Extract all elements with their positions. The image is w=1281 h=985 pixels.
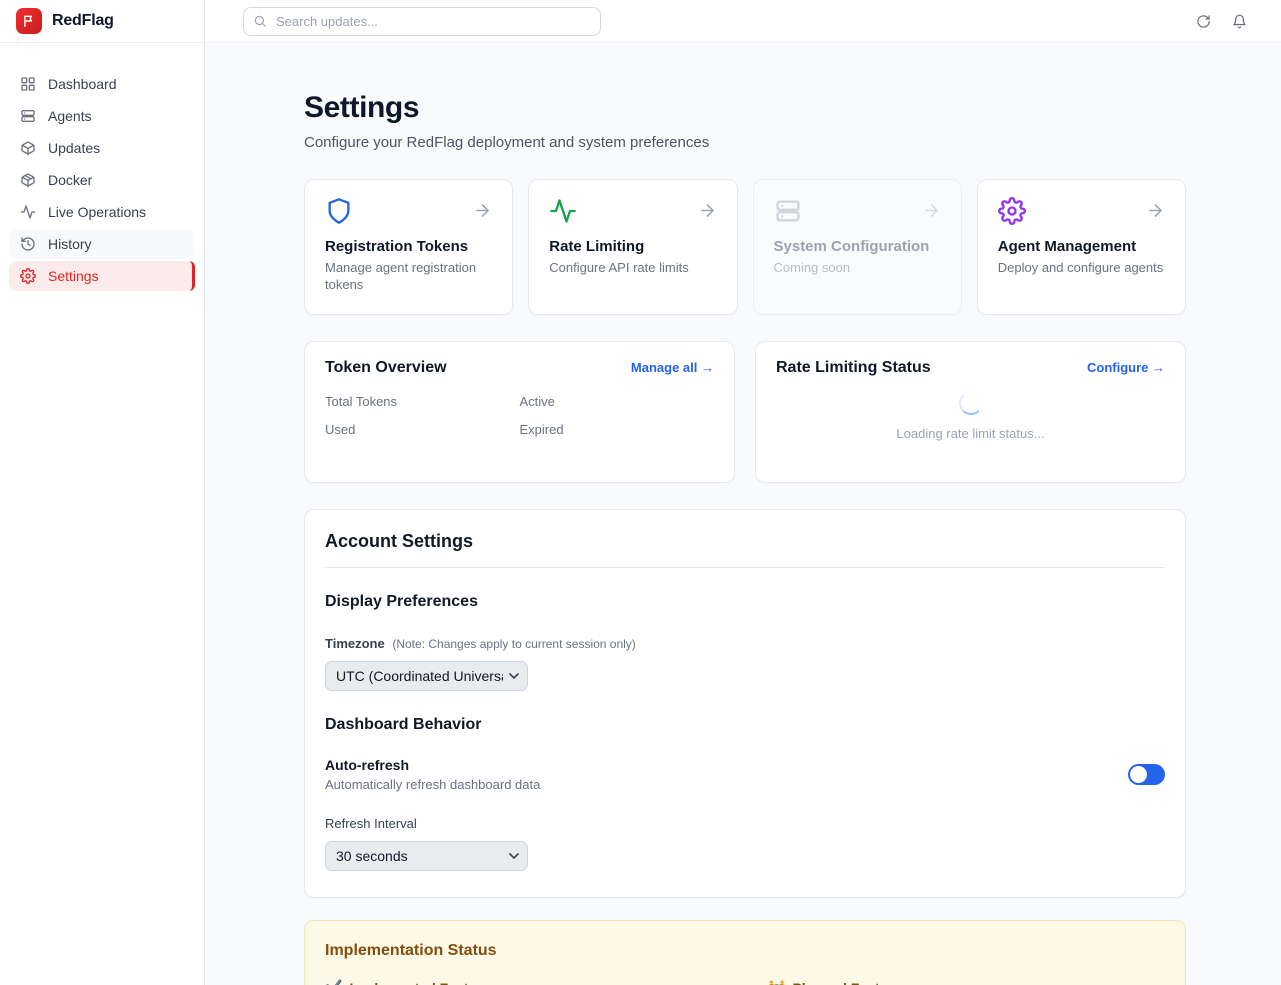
logo-row: RedFlag bbox=[0, 0, 204, 43]
card-title: System Configuration bbox=[774, 238, 941, 255]
gear-icon bbox=[998, 197, 1026, 225]
sidebar-item-label: Settings bbox=[48, 268, 99, 284]
configure-link[interactable]: Configure → bbox=[1087, 360, 1165, 375]
card-description: Deploy and configure agents bbox=[998, 260, 1165, 277]
history-clock-icon bbox=[20, 236, 36, 252]
sidebar-item-updates[interactable]: Updates bbox=[9, 133, 195, 163]
token-overview-panel: Token Overview Manage all → Total Tokens… bbox=[304, 341, 735, 483]
refresh-icon[interactable] bbox=[1196, 14, 1211, 29]
token-stat-label: Used bbox=[325, 422, 520, 437]
display-preferences-heading: Display Preferences bbox=[325, 593, 1165, 611]
dashboard-behavior-heading: Dashboard Behavior bbox=[325, 716, 1165, 734]
loading-text: Loading rate limit status... bbox=[896, 426, 1044, 441]
grid-icon bbox=[20, 76, 36, 92]
card-title: Rate Limiting bbox=[549, 238, 716, 255]
sidebar-item-history[interactable]: History bbox=[9, 229, 195, 259]
sidebar-item-label: Live Operations bbox=[48, 204, 146, 220]
server-icon bbox=[20, 108, 36, 124]
toggle-knob bbox=[1130, 766, 1147, 783]
gear-icon bbox=[20, 268, 36, 284]
sidebar-item-docker[interactable]: Docker bbox=[9, 165, 195, 195]
planned-features-column: 🚧 Planned Features •System configuration… bbox=[768, 979, 1165, 985]
settings-page: Settings Configure your RedFlag deployme… bbox=[205, 43, 1281, 985]
auto-refresh-label: Auto-refresh bbox=[325, 757, 540, 773]
panel-title: Token Overview bbox=[325, 359, 447, 377]
auto-refresh-toggle[interactable] bbox=[1128, 764, 1165, 785]
sidebar-item-label: Dashboard bbox=[48, 76, 117, 92]
card-rate-limiting[interactable]: Rate Limiting Configure API rate limits bbox=[528, 179, 737, 315]
activity-icon bbox=[549, 197, 577, 225]
card-system-configuration: System Configuration Coming soon bbox=[753, 179, 962, 315]
search-icon bbox=[253, 14, 267, 28]
sidebar-item-live-operations[interactable]: Live Operations bbox=[9, 197, 195, 227]
card-agent-management[interactable]: Agent Management Deploy and configure ag… bbox=[977, 179, 1186, 315]
sidebar-item-label: Agents bbox=[48, 108, 92, 124]
panel-title: Rate Limiting Status bbox=[776, 359, 931, 377]
construction-icon: 🚧 bbox=[768, 979, 785, 985]
sidebar: RedFlag Dashboard Agents Updates Docker … bbox=[0, 0, 205, 985]
bell-icon[interactable] bbox=[1232, 14, 1247, 29]
arrow-right-icon bbox=[698, 201, 717, 220]
quick-cards: Registration Tokens Manage agent registr… bbox=[304, 179, 1186, 315]
implemented-features-column: ✔️ Implemented Features •Registration to… bbox=[325, 979, 722, 985]
timezone-note: (Note: Changes apply to current session … bbox=[392, 637, 635, 651]
sidebar-item-label: Updates bbox=[48, 140, 100, 156]
package-icon bbox=[20, 140, 36, 156]
token-stat-label: Active bbox=[520, 394, 715, 409]
arrow-right-icon bbox=[922, 201, 941, 220]
account-settings-card: Account Settings Display Preferences Tim… bbox=[304, 509, 1186, 898]
account-settings-title: Account Settings bbox=[325, 531, 1165, 552]
sidebar-item-settings[interactable]: Settings bbox=[9, 261, 195, 291]
card-title: Registration Tokens bbox=[325, 238, 492, 255]
sidebar-item-label: Docker bbox=[48, 172, 92, 188]
token-stat-label: Total Tokens bbox=[325, 394, 520, 409]
implementation-status-card: Implementation Status ✔️ Implemented Fea… bbox=[304, 920, 1186, 985]
timezone-select[interactable]: UTC (Coordinated Universal Time) bbox=[325, 661, 528, 691]
app-name: RedFlag bbox=[52, 12, 114, 30]
auto-refresh-description: Automatically refresh dashboard data bbox=[325, 777, 540, 792]
topbar bbox=[205, 0, 1281, 43]
implementation-status-title: Implementation Status bbox=[325, 942, 1165, 960]
card-title: Agent Management bbox=[998, 238, 1165, 255]
sidebar-item-dashboard[interactable]: Dashboard bbox=[9, 69, 195, 99]
timezone-label: Timezone bbox=[325, 636, 385, 651]
sidebar-item-label: History bbox=[48, 236, 92, 252]
check-mark-icon: ✔️ bbox=[325, 979, 342, 985]
rate-limiting-status-panel: Rate Limiting Status Configure → Loading… bbox=[755, 341, 1186, 483]
redflag-logo-icon bbox=[16, 8, 42, 34]
implemented-features-heading: Implemented Features bbox=[349, 980, 498, 985]
card-description: Configure API rate limits bbox=[549, 260, 716, 277]
page-subtitle: Configure your RedFlag deployment and sy… bbox=[304, 134, 1186, 151]
card-description: Coming soon bbox=[774, 260, 941, 277]
sidebar-item-agents[interactable]: Agents bbox=[9, 101, 195, 131]
card-registration-tokens[interactable]: Registration Tokens Manage agent registr… bbox=[304, 179, 513, 315]
divider bbox=[325, 567, 1165, 568]
manage-all-link[interactable]: Manage all → bbox=[631, 360, 714, 375]
planned-features-heading: Planned Features bbox=[792, 980, 909, 985]
box-icon bbox=[20, 172, 36, 188]
search-wrap bbox=[243, 7, 601, 36]
token-stat-label: Expired bbox=[520, 422, 715, 437]
sidebar-nav: Dashboard Agents Updates Docker Live Ope… bbox=[0, 43, 204, 291]
server-icon bbox=[774, 197, 802, 225]
refresh-interval-select[interactable]: 30 seconds bbox=[325, 841, 528, 871]
loading-spinner bbox=[959, 391, 983, 415]
arrow-right-icon bbox=[1146, 201, 1165, 220]
arrow-right-icon bbox=[473, 201, 492, 220]
shield-icon bbox=[325, 197, 353, 225]
refresh-interval-label: Refresh Interval bbox=[325, 816, 1165, 831]
card-description: Manage agent registration tokens bbox=[325, 260, 492, 293]
page-title: Settings bbox=[304, 91, 1186, 125]
activity-icon bbox=[20, 204, 36, 220]
search-input[interactable] bbox=[243, 7, 601, 36]
